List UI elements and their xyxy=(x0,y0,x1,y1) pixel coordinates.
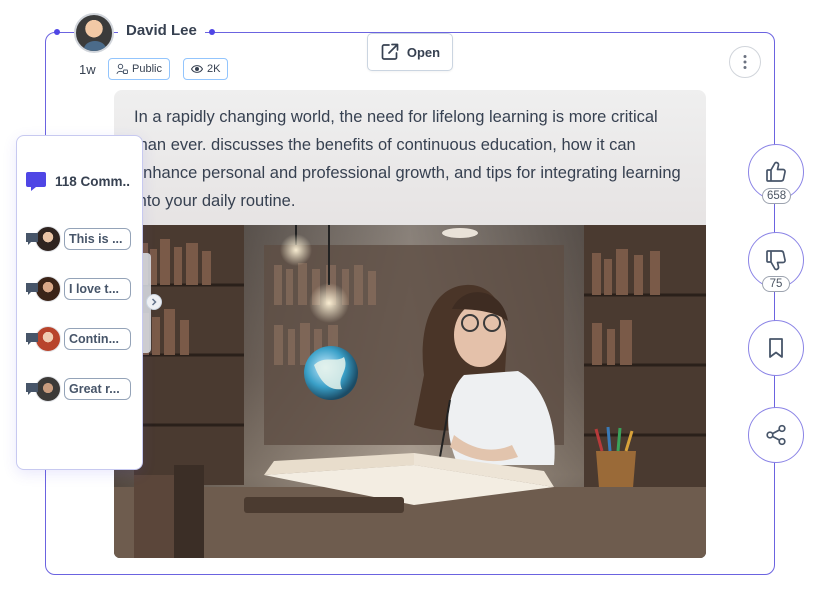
comment-item[interactable]: This is ... xyxy=(25,226,131,252)
user-lock-icon xyxy=(116,63,128,75)
comments-count: 118 Comm.. xyxy=(55,173,131,189)
dislike-count: 75 xyxy=(762,276,790,292)
more-options-button[interactable] xyxy=(729,46,761,78)
comment-snippet: I love t... xyxy=(64,278,131,300)
library-illustration xyxy=(114,225,706,558)
border-dot-left xyxy=(54,29,60,35)
comments-header[interactable]: 118 Comm.. xyxy=(25,170,130,192)
comment-item[interactable]: Contin... xyxy=(25,326,131,352)
comment-bubble-icon xyxy=(26,283,38,295)
comments-panel: 118 Comm.. This is ... I love t... Conti… xyxy=(16,135,143,470)
share-button[interactable] xyxy=(748,407,804,463)
visibility-label: Public xyxy=(132,63,162,75)
expand-panel-button[interactable] xyxy=(146,294,162,310)
bookmark-button[interactable] xyxy=(748,320,804,376)
open-button[interactable]: Open xyxy=(367,33,453,71)
bookmark-icon xyxy=(769,338,783,358)
external-link-icon xyxy=(381,43,399,60)
post-image[interactable] xyxy=(114,225,706,558)
comment-snippet: Contin... xyxy=(64,328,131,350)
eye-icon xyxy=(191,65,203,73)
thumbs-up-icon xyxy=(766,161,786,182)
open-label: Open xyxy=(406,44,441,60)
post-text: In a rapidly changing world, the need fo… xyxy=(114,90,706,230)
share-icon xyxy=(766,424,786,446)
post-time: 1w xyxy=(79,62,96,77)
border-dot-right xyxy=(209,29,215,35)
comment-snippet: This is ... xyxy=(64,228,131,250)
comment-bubble-icon xyxy=(26,233,38,245)
visibility-chip[interactable]: Public xyxy=(108,58,170,80)
like-count: 658 xyxy=(762,188,792,204)
chevron-right-icon xyxy=(151,298,157,306)
views-chip: 2K xyxy=(183,58,229,80)
comment-snippet: Great r... xyxy=(64,378,131,400)
vertical-dots-icon xyxy=(743,55,747,69)
comment-item[interactable]: Great r... xyxy=(25,376,131,402)
comment-bubble-icon xyxy=(26,333,38,345)
comment-icon xyxy=(26,172,46,191)
author-name[interactable]: David Lee xyxy=(118,22,205,39)
thumbs-down-icon xyxy=(766,250,786,271)
views-count: 2K xyxy=(207,63,221,75)
author-avatar[interactable] xyxy=(74,13,114,53)
comment-bubble-icon xyxy=(26,383,38,395)
comment-item[interactable]: I love t... xyxy=(25,276,131,302)
